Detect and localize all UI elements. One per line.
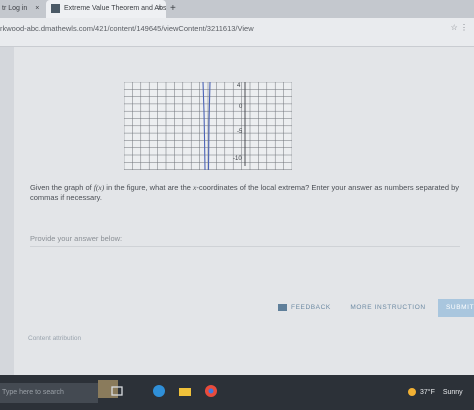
submit-button[interactable]: SUBMIT (438, 299, 474, 317)
edge-browser-icon[interactable] (152, 384, 166, 398)
new-tab-button[interactable]: + (170, 0, 176, 18)
function-name: f(x) (93, 183, 105, 192)
function-graph: 4 0 -5 -10 (124, 82, 292, 170)
content-attribution-link[interactable]: Content attribution (28, 335, 81, 342)
tick-label-minus-5: -5 (237, 129, 243, 135)
site-favicon-icon (51, 4, 60, 13)
weather-widget[interactable]: 37°F Sunny (408, 388, 463, 396)
sun-icon (408, 388, 416, 396)
tab-previous[interactable]: tr Log in × (0, 0, 46, 18)
weather-temperature: 37°F (420, 388, 435, 396)
url-text[interactable]: rkwood-abc.dmathewls.com/421/content/149… (0, 24, 254, 33)
tick-label-minus-10: -10 (233, 156, 242, 162)
left-sidebar-strip (0, 47, 14, 375)
tab-active[interactable]: Extreme Value Theorem and Abs × (46, 0, 166, 18)
question-text: Given the graph of f(x) in the figure, w… (30, 183, 465, 203)
question-part-2: in the figure, what are the (104, 183, 194, 192)
tab-close-icon[interactable]: × (158, 0, 162, 18)
more-instruction-button[interactable]: MORE INSTRUCTION (346, 299, 430, 317)
feedback-button[interactable]: FEEDBACK (278, 299, 340, 317)
weather-condition: Sunny (442, 388, 463, 396)
address-bar[interactable]: rkwood-abc.dmathewls.com/421/content/149… (0, 18, 474, 47)
chrome-icon[interactable] (204, 384, 218, 398)
browser-tab-bar: tr Log in × Extreme Value Theorem and Ab… (0, 0, 474, 18)
file-explorer-icon[interactable] (178, 384, 192, 398)
tab-previous-label: tr Log in (2, 5, 28, 12)
tab-previous-close-icon[interactable]: × (35, 5, 39, 12)
windows-taskbar: Type here to search 37°F Sunny (0, 375, 474, 410)
question-part-1: Given the graph of (30, 183, 94, 192)
feedback-icon (278, 303, 287, 311)
task-view-icon[interactable] (110, 384, 124, 398)
feedback-label: FEEDBACK (291, 304, 331, 311)
bookmark-star-icon[interactable]: ☆ ⋮ (451, 23, 468, 32)
answer-input-field[interactable] (30, 246, 460, 247)
tab-active-title: Extreme Value Theorem and Abs (64, 5, 166, 12)
answer-prompt: Provide your answer below: (30, 234, 123, 243)
taskbar-search-box[interactable]: Type here to search (0, 383, 98, 403)
graph-grid (124, 82, 292, 170)
